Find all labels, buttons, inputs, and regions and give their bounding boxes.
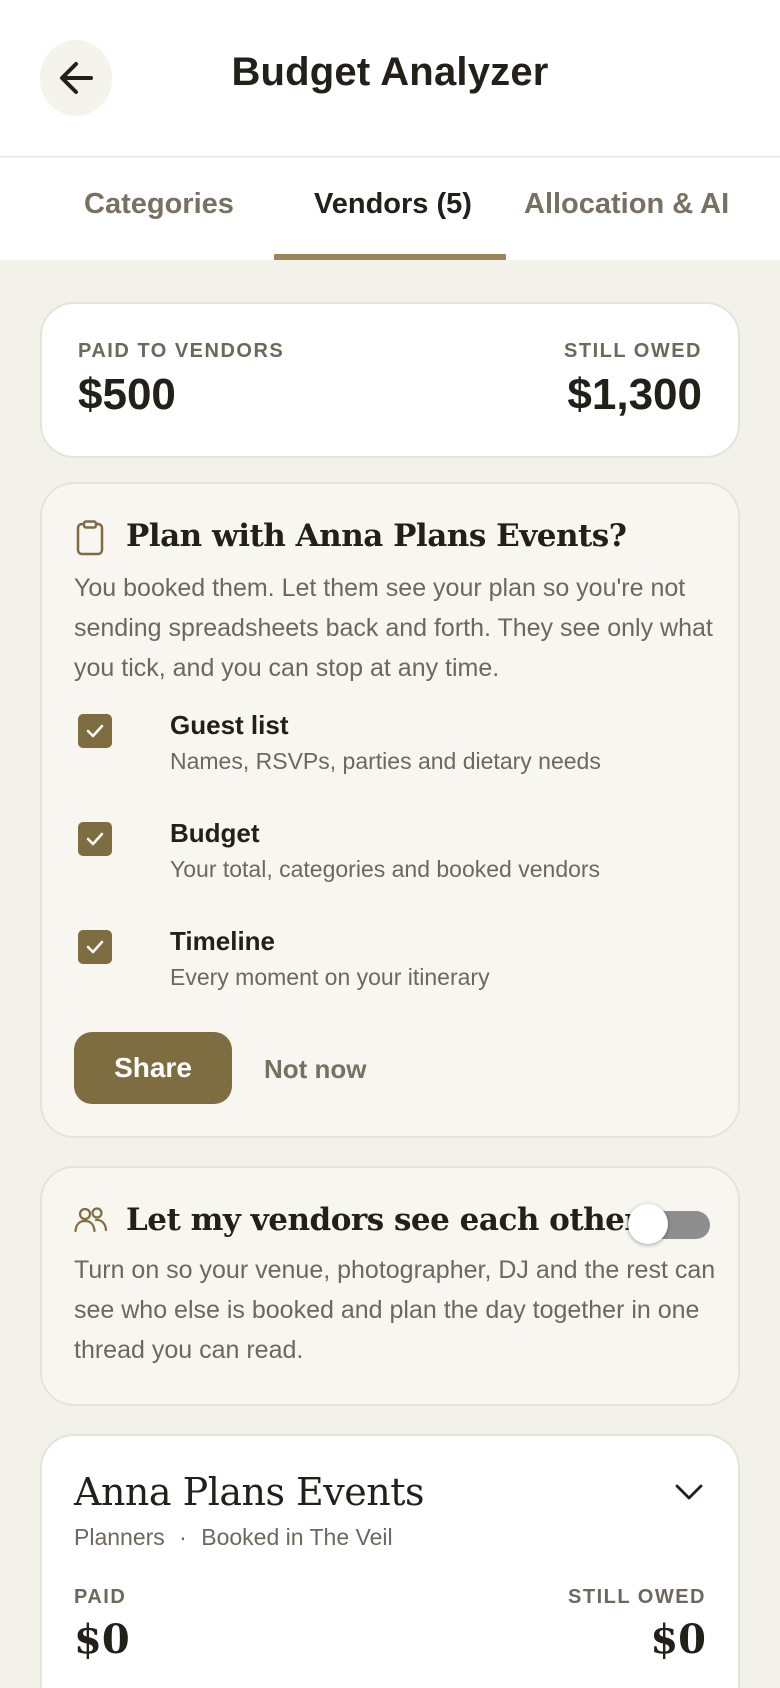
tab-vendors[interactable]: Vendors (5) <box>314 188 472 221</box>
still-owed-label: STILL OWED <box>564 340 702 362</box>
option-description: Names, RSVPs, parties and dietary needs <box>170 748 601 774</box>
option-title: Budget <box>170 818 260 848</box>
vendor-still-owed-amount: $0 <box>650 1616 706 1663</box>
vendor-category: Planners <box>74 1524 165 1550</box>
guest-list-checkbox[interactable] <box>78 714 112 748</box>
share-option-timeline[interactable]: Timeline Every moment on your itinerary <box>78 926 698 1006</box>
payment-summary-card: PAID TO VENDORS $500 STILL OWED $1,300 <box>40 302 740 458</box>
tab-categories[interactable]: Categories <box>84 188 234 221</box>
active-tab-indicator <box>274 254 506 260</box>
option-description: Your total, categories and booked vendor… <box>170 856 601 882</box>
vendor-visibility-description: Turn on so your venue, photographer, DJ … <box>74 1256 716 1364</box>
option-title: Timeline <box>170 926 276 956</box>
checkmark-icon <box>86 940 104 954</box>
timeline-checkbox[interactable] <box>78 930 112 964</box>
paid-to-vendors-label: PAID TO VENDORS <box>78 340 285 362</box>
vendor-meta: Planners · Booked in The Veil <box>74 1524 393 1551</box>
vendor-visibility-title: Let my vendors see each other <box>126 1202 641 1238</box>
still-owed-amount: $1,300 <box>567 370 702 419</box>
paid-to-vendors-amount: $500 <box>78 370 176 419</box>
users-icon <box>74 1207 108 1233</box>
share-plan-title: Plan with Anna Plans Events? <box>126 518 627 554</box>
share-plan-description: You booked them. Let them see your plan … <box>74 574 713 682</box>
clipboard-icon <box>76 520 104 556</box>
share-plan-card: Plan with Anna Plans Events? You booked … <box>40 482 740 1138</box>
checkmark-icon <box>86 724 104 738</box>
share-option-guest-list[interactable]: Guest list Names, RSVPs, parties and die… <box>78 710 698 790</box>
chevron-down-icon[interactable] <box>674 1482 704 1502</box>
checkmark-icon <box>86 832 104 846</box>
vendor-paid-label: PAID <box>74 1586 127 1608</box>
not-now-button[interactable]: Not now <box>264 1054 367 1085</box>
budget-checkbox[interactable] <box>78 822 112 856</box>
vendor-paid-amount: $0 <box>74 1616 130 1663</box>
vendor-still-owed-label: STILL OWED <box>568 1586 706 1608</box>
option-description: Every moment on your itinerary <box>170 964 490 990</box>
page-title: Budget Analyzer <box>231 50 549 94</box>
tab-bar: Categories Vendors (5) Allocation & AI <box>0 158 780 260</box>
share-option-budget[interactable]: Budget Your total, categories and booked… <box>78 818 698 898</box>
toggle-knob <box>628 1204 668 1244</box>
vendor-visibility-toggle[interactable] <box>628 1202 710 1246</box>
option-title: Guest list <box>170 710 289 740</box>
vendor-name: Anna Plans Events <box>74 1470 425 1514</box>
vendor-card[interactable]: Anna Plans Events Planners · Booked in T… <box>40 1434 740 1688</box>
meta-separator: · <box>179 1524 187 1550</box>
tab-allocation-ai[interactable]: Allocation & AI <box>524 188 729 221</box>
vendor-booked-in: Booked in The Veil <box>201 1524 393 1550</box>
vendor-visibility-card: Let my vendors see each other Turn on so… <box>40 1166 740 1406</box>
share-button[interactable]: Share <box>74 1032 232 1104</box>
app-header: Budget Analyzer <box>0 0 780 157</box>
